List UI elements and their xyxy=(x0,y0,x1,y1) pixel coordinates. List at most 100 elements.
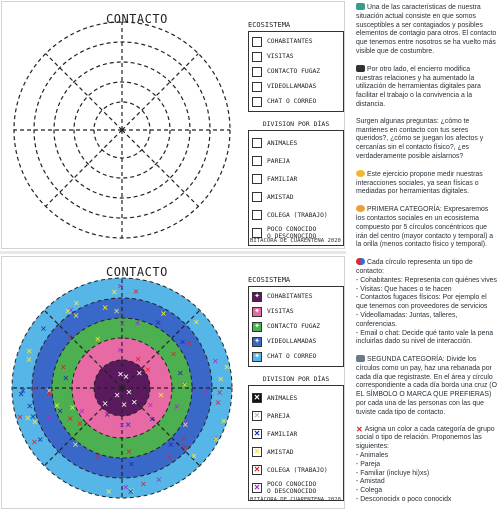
stitch-mark: ✕ xyxy=(167,440,174,449)
template-sheet: CONTACTO ECOSISTEMA COHABITANTES VISITAS C… xyxy=(1,1,345,249)
color-swatch: ✦ xyxy=(252,306,262,317)
stitch-mark: ✕ xyxy=(73,299,80,308)
division-item: ✕ AMISTAD xyxy=(252,444,340,460)
checkbox xyxy=(252,96,262,107)
collage: CONTACTO ECOSISTEMA COHABITANTES VISITAS C… xyxy=(0,0,500,511)
sheet-footer: BITÁCORA DE CUARENTENA 2020 xyxy=(250,238,341,244)
color-swatch: ✦ xyxy=(252,351,262,362)
checkbox xyxy=(252,192,262,202)
ecosystem-item: CONTACTO FUGAZ xyxy=(252,64,340,79)
ecosystem-item: VISITAS xyxy=(252,49,340,64)
stitch-mark: ✕ xyxy=(160,309,167,318)
instructions-column: Una de las características de nuestra si… xyxy=(352,0,500,511)
legend-label: PAREJA xyxy=(267,157,290,165)
checkbox: ✕ xyxy=(252,393,262,403)
stitch-mark: ✕ xyxy=(57,407,64,416)
legend-label: CONTACTO FUGAZ xyxy=(267,68,321,75)
spoke-line xyxy=(121,53,199,131)
stitch-mark: ✕ xyxy=(20,387,27,396)
stitch-mark: ✕ xyxy=(182,420,189,429)
ecosystem-legend: COHABITANTES VISITAS CONTACTO FUGAZ VIDEOLL… xyxy=(248,31,344,112)
stitch-mark: ✕ xyxy=(140,480,147,489)
legend-label: VISITAS xyxy=(267,53,294,60)
stitch-mark: ✕ xyxy=(69,404,76,413)
stitch-mark: ✕ xyxy=(79,407,86,416)
paragraph-tools: Por otro lado, el encierro modifica nues… xyxy=(356,64,481,108)
stitch-mark: ✕ xyxy=(166,453,173,462)
book-icon xyxy=(356,3,365,10)
stitch-mark: ✕ xyxy=(181,380,188,389)
division-item: FAMILIAR xyxy=(252,171,340,187)
colored-ring-diagram: ✕✕✕✕✕✕✕✕✕✕✕✕✕✕✕✕✕✕✕✕✕✕✕✕✕✕✕✕✕✕✕✕✕✕✕✕✕✕✕✕… xyxy=(11,277,233,499)
legend-label: VIDEOLLAMADAS xyxy=(267,83,317,90)
checkbox xyxy=(252,81,262,92)
stitch-mark: ✕ xyxy=(72,441,79,450)
stitch-mark: ✕ xyxy=(220,417,227,426)
checkbox xyxy=(252,174,262,184)
legend-label: COLEGA (TRABAJO) xyxy=(267,466,328,474)
sewing-icon xyxy=(356,355,365,363)
stitch-mark: ✕ xyxy=(174,402,181,411)
stitch-mark: ✕ xyxy=(117,346,124,355)
checkbox: ✕ xyxy=(252,465,262,475)
stitch-mark: ✕ xyxy=(185,339,192,348)
stitch-mark: ✕ xyxy=(212,435,219,444)
stitch-mark: ✕ xyxy=(67,414,74,423)
ecosystem-item: ✦ CHAT O CORREO xyxy=(252,349,340,364)
stitch-mark: ✕ xyxy=(46,413,53,422)
blank-ring-diagram xyxy=(13,21,231,239)
legend-label: FAMILIAR xyxy=(267,430,298,438)
stitch-mark: ✕ xyxy=(104,411,111,420)
legend-label: CONTACTO FUGAZ xyxy=(267,323,321,330)
legend-label: ANIMALES xyxy=(267,394,298,402)
paragraph-contact-types: Cada círculo representa un tipo de conta… xyxy=(356,258,497,346)
stitch-mark: ✕ xyxy=(155,476,162,485)
stitch-mark: ✕ xyxy=(117,282,124,291)
stitch-mark: ✕ xyxy=(180,434,187,443)
checkbox: ✕ xyxy=(252,411,262,421)
stitch-mark: ✕ xyxy=(191,452,198,461)
stitch-mark: ✕ xyxy=(46,389,53,398)
stitch-mark: ✕ xyxy=(119,319,126,328)
thinking-icon xyxy=(356,169,365,177)
stitch-mark: ✕ xyxy=(40,325,47,334)
stitch-mark: ✕ xyxy=(170,350,177,359)
paragraph-intro: Una de las características de nuestra si… xyxy=(356,3,497,55)
division-item: AMISTAD xyxy=(252,189,340,205)
division-heading: DIVISION POR DÍAS xyxy=(262,375,330,383)
paragraph-exercise: Este ejercicio propone medir nuestras in… xyxy=(356,169,483,196)
checkbox: ✕ xyxy=(252,429,262,439)
stitch-mark: ✕ xyxy=(37,435,44,444)
division-item: ✕ ANIMALES xyxy=(252,390,340,406)
stitch-mark: ✕ xyxy=(114,391,121,400)
stitch-mark: ✕ xyxy=(26,402,33,411)
stitch-mark: ✕ xyxy=(125,420,132,429)
paragraph-colors: ✕ Asigna un color a cada categoría de gru… xyxy=(356,424,495,504)
legend-label: POCO CONOCIDO O DESCONOCIDO xyxy=(267,481,317,495)
stitch-mark: ✕ xyxy=(223,363,230,372)
sewing-icon xyxy=(356,205,365,213)
spoke-line xyxy=(121,129,199,207)
checkbox xyxy=(252,210,262,220)
division-item: PAREJA xyxy=(252,153,340,169)
checkbox xyxy=(252,228,262,238)
stitch-mark: ✕ xyxy=(32,385,39,394)
legend-label: FAMILIAR xyxy=(267,175,298,183)
stitch-mark: ✕ xyxy=(134,319,141,328)
stitch-mark: ✕ xyxy=(131,398,138,407)
sheet-footer: BITÁCORA DE CUARENTENA 2020 xyxy=(250,497,341,503)
laptop-icon xyxy=(356,64,365,72)
ecosystem-item: ✦ CONTACTO FUGAZ xyxy=(252,319,340,334)
stitch-mark: ✕ xyxy=(111,288,118,297)
checkbox xyxy=(252,51,262,62)
filled-sheet: CONTACTO ✕ ✕ ✕ ✕ ✕ ✕ ✕ ✕ ✕ ✕ ✕ ✕ ✕ ✕ ✕ ✕ ✕ ✕ ✕ ✕ ✕ ✕ ✕ ✕ ✕ ✕ ✕ ✕ ✕ ✕ ✕… xyxy=(1,256,345,509)
stitch-mark: ✕ xyxy=(182,443,189,452)
checkbox xyxy=(252,156,262,166)
spoke-line xyxy=(45,129,123,207)
ecosystem-heading: ECOSISTEMA xyxy=(248,276,291,284)
stitch-mark: ✕ xyxy=(155,319,162,328)
paragraph-first-category: PRIMERA CATEGORÍA: Expresaremos los cont… xyxy=(356,205,494,249)
stitch-mark: ✕ xyxy=(123,372,130,381)
stitch-mark: ✕ xyxy=(149,415,156,424)
division-item: ANIMALES xyxy=(252,135,340,151)
